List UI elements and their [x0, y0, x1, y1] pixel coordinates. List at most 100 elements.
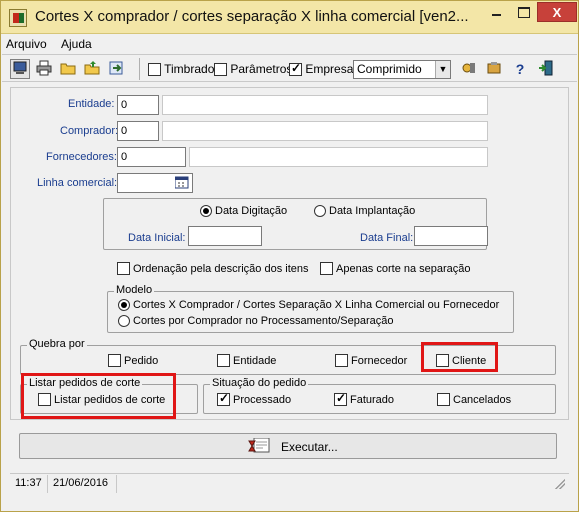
menu-bar: Arquivo Ajuda	[2, 35, 577, 53]
data-digitacao-radio[interactable]: Data Digitação	[200, 205, 288, 218]
preview-button[interactable]	[10, 59, 30, 79]
modelo-opt1-dot[interactable]	[118, 299, 130, 312]
quebra-title: Quebra por	[27, 338, 87, 350]
help-button[interactable]: ?	[510, 59, 530, 79]
status-date: 21/06/2016	[53, 477, 109, 489]
data-digitacao-label: Data Digitação	[215, 205, 288, 218]
config-button[interactable]	[484, 59, 504, 79]
data-implantacao-label: Data Implantação	[329, 205, 416, 218]
ordenacao-checkbox[interactable]: Ordenação pela descrição dos itens	[117, 262, 309, 275]
data-digitacao-radio-dot[interactable]	[200, 205, 212, 218]
folder-open-icon	[60, 63, 76, 75]
quebra-entidade-box[interactable]	[217, 354, 230, 367]
open-button[interactable]	[58, 59, 78, 79]
modelo-opt2-label: Cortes por Comprador no Processamento/Se…	[133, 315, 394, 328]
quebra-fornecedor-label: Fornecedor	[351, 354, 408, 367]
processado-label: Processado	[233, 393, 292, 406]
entidade-code-input[interactable]: 0	[117, 95, 159, 115]
data-final-label: Data Final:	[360, 232, 414, 244]
modelo-group: Modelo Cortes X Comprador / Cortes Separ…	[107, 284, 514, 333]
toolbar-separator	[139, 58, 140, 80]
processado-checkbox[interactable]: Processado	[217, 391, 292, 406]
data-inicial-label: Data Inicial:	[128, 232, 186, 244]
menu-ajuda[interactable]: Ajuda	[61, 37, 92, 51]
processado-box[interactable]	[217, 391, 230, 406]
empresa-checkbox[interactable]: Empresa	[289, 61, 354, 77]
comprador-code-input[interactable]: 0	[117, 121, 159, 141]
print-button[interactable]	[34, 59, 54, 79]
resize-grip[interactable]	[555, 479, 565, 489]
modelo-opt2-radio[interactable]: Cortes por Comprador no Processamento/Se…	[118, 315, 394, 328]
status-separator	[116, 475, 117, 493]
highlight-listar	[21, 373, 176, 419]
modelo-opt1-radio[interactable]: Cortes X Comprador / Cortes Separação X …	[118, 299, 499, 312]
data-inicial-input[interactable]	[188, 226, 262, 246]
timbrado-checkbox[interactable]: Timbrado	[148, 62, 215, 77]
settings-button[interactable]	[459, 59, 479, 79]
export-icon	[109, 61, 123, 75]
close-button[interactable]: X	[537, 2, 577, 22]
entidade-label: Entidade:	[68, 98, 115, 110]
modelo-title: Modelo	[114, 284, 155, 296]
printer-icon	[36, 60, 52, 76]
empresa-box[interactable]	[289, 61, 302, 77]
linha-comercial-input[interactable]	[117, 173, 193, 193]
timbrado-box[interactable]	[148, 63, 161, 77]
window-title: Cortes X comprador / cortes separação X …	[35, 8, 469, 25]
app-window: Cortes X comprador / cortes separação X …	[0, 0, 579, 512]
status-bar: 11:37 21/06/2016	[10, 473, 569, 493]
situacao-title: Situação do pedido	[210, 377, 309, 389]
preview-icon	[13, 61, 27, 74]
help-icon: ?	[515, 61, 525, 77]
data-final-input[interactable]	[414, 226, 488, 246]
output-mode-select[interactable]: Comprimido ▼	[353, 60, 451, 79]
executar-button[interactable]: Executar...	[19, 433, 557, 459]
maximize-button[interactable]	[510, 3, 536, 21]
entidade-name-field	[162, 95, 488, 115]
fornecedores-name-field	[189, 147, 488, 167]
comprador-name-field	[162, 121, 488, 141]
modelo-opt2-dot[interactable]	[118, 315, 130, 328]
quebra-fornecedor-box[interactable]	[335, 354, 348, 367]
folder-save-icon	[84, 61, 100, 75]
parametros-checkbox[interactable]: Parâmetros	[214, 62, 292, 77]
executar-label: Executar...	[281, 440, 338, 454]
cancelados-checkbox[interactable]: Cancelados	[437, 393, 511, 406]
data-implantacao-radio-dot[interactable]	[314, 205, 326, 218]
toolbar: Timbrado Parâmetros Empresa Comprimido ▼…	[2, 54, 577, 82]
empresa-label: Empresa	[305, 62, 354, 76]
title-bar[interactable]: Cortes X comprador / cortes separação X …	[1, 1, 578, 34]
config-icon	[487, 62, 501, 74]
linha-comercial-label: Linha comercial:	[37, 177, 118, 189]
quebra-pedido-checkbox[interactable]: Pedido	[108, 354, 158, 367]
status-time: 11:37	[15, 477, 42, 489]
fornecedores-code-input[interactable]: 0	[117, 147, 186, 167]
tools-icon	[462, 63, 475, 73]
exit-button[interactable]	[536, 59, 556, 79]
apenas-corte-box[interactable]	[320, 262, 333, 275]
parametros-box[interactable]	[214, 63, 227, 77]
comprador-label: Comprador:	[60, 125, 119, 137]
data-implantacao-radio[interactable]: Data Implantação	[314, 205, 416, 218]
quebra-pedido-box[interactable]	[108, 354, 121, 367]
save-button[interactable]	[82, 59, 102, 79]
fornecedores-label: Fornecedores:	[46, 151, 117, 163]
faturado-checkbox[interactable]: Faturado	[334, 391, 395, 406]
ordenacao-box[interactable]	[117, 262, 130, 275]
calendar-search-icon[interactable]	[174, 176, 189, 195]
faturado-label: Faturado	[350, 393, 395, 406]
chevron-down-icon[interactable]: ▼	[435, 61, 450, 78]
minimize-button[interactable]	[483, 3, 509, 21]
status-separator	[47, 475, 48, 493]
refresh-button[interactable]	[106, 59, 126, 79]
apenas-corte-checkbox[interactable]: Apenas corte na separação	[320, 262, 471, 275]
cancelados-box[interactable]	[437, 393, 450, 406]
hourglass-report-icon	[248, 437, 270, 455]
menu-arquivo[interactable]: Arquivo	[6, 37, 47, 51]
cancelados-label: Cancelados	[453, 393, 512, 406]
faturado-box[interactable]	[334, 391, 347, 406]
quebra-fornecedor-checkbox[interactable]: Fornecedor	[335, 354, 407, 367]
timbrado-label: Timbrado	[164, 62, 215, 76]
apenas-corte-label: Apenas corte na separação	[336, 262, 471, 275]
quebra-entidade-checkbox[interactable]: Entidade	[217, 354, 276, 367]
